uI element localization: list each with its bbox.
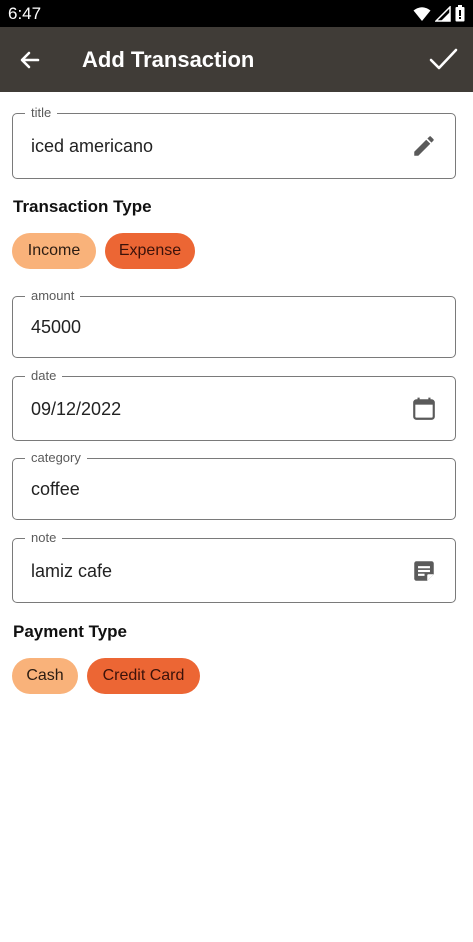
amount-field-value: 45000 — [31, 317, 82, 337]
status-time: 6:47 — [8, 4, 42, 23]
arrow-back-icon[interactable] — [16, 45, 46, 75]
category-field-label: category — [25, 450, 87, 465]
date-field[interactable]: date 09/12/2022 — [12, 368, 456, 441]
signal-icon — [435, 5, 451, 22]
expense-chip[interactable]: Expense — [105, 233, 195, 269]
amount-field-label: amount — [25, 288, 81, 303]
amount-field[interactable]: amount 45000 — [12, 288, 456, 358]
date-field-label: date — [25, 368, 63, 383]
status-icons — [413, 5, 465, 22]
calendar-icon[interactable] — [411, 396, 437, 422]
check-icon[interactable] — [427, 43, 459, 75]
page-title: Add Transaction — [82, 47, 255, 72]
note-icon[interactable] — [411, 558, 437, 584]
battery-icon — [455, 5, 465, 22]
note-field-label: note — [25, 530, 63, 545]
app-bar: Add Transaction — [0, 27, 473, 92]
category-field[interactable]: category coffee — [12, 450, 456, 520]
income-chip[interactable]: Income — [12, 233, 96, 269]
date-field-value: 09/12/2022 — [31, 399, 122, 419]
wifi-icon — [413, 6, 431, 21]
cash-chip[interactable]: Cash — [12, 658, 78, 694]
payment-type-heading: Payment Type — [13, 622, 128, 641]
title-field-label: title — [25, 105, 58, 120]
status-bar: 6:47 — [0, 0, 473, 27]
note-field[interactable]: note lamiz cafe — [12, 530, 456, 603]
title-field-value: iced americano — [31, 136, 154, 156]
note-field-value: lamiz cafe — [31, 561, 113, 581]
category-field-value: coffee — [31, 479, 80, 499]
title-field[interactable]: title iced americano — [12, 105, 456, 179]
credit-card-chip[interactable]: Credit Card — [87, 658, 200, 694]
transaction-type-heading: Transaction Type — [13, 197, 152, 216]
edit-pencil-icon[interactable] — [411, 133, 437, 159]
